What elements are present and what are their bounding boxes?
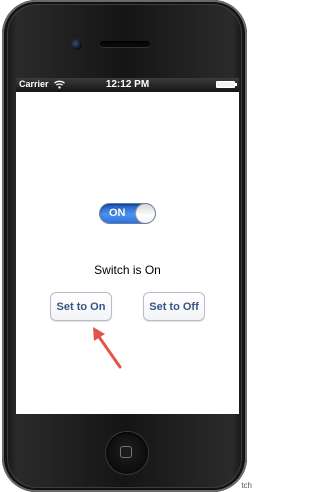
camera-icon [71,39,82,50]
arrow-icon [93,327,122,369]
set-to-off-button[interactable]: Set to Off [143,292,205,321]
on-off-switch[interactable]: ON [100,204,155,223]
switch-status-text: Switch is On [94,263,161,277]
screen: Carrier 12:12 PM ON Switch is On Set to … [16,78,239,414]
speaker-grille [100,41,150,47]
clock: 12:12 PM [105,79,150,90]
home-button[interactable] [106,432,148,474]
set-to-on-button[interactable]: Set to On [50,292,112,321]
phone-frame: Carrier 12:12 PM ON Switch is On Set to … [2,0,247,492]
switch-state-label: ON [109,207,126,219]
battery-icon [216,81,237,88]
status-bar: Carrier 12:12 PM [16,78,239,92]
home-button-icon [120,446,132,458]
corner-text: tch [241,481,252,490]
switch-knob[interactable] [136,204,155,223]
